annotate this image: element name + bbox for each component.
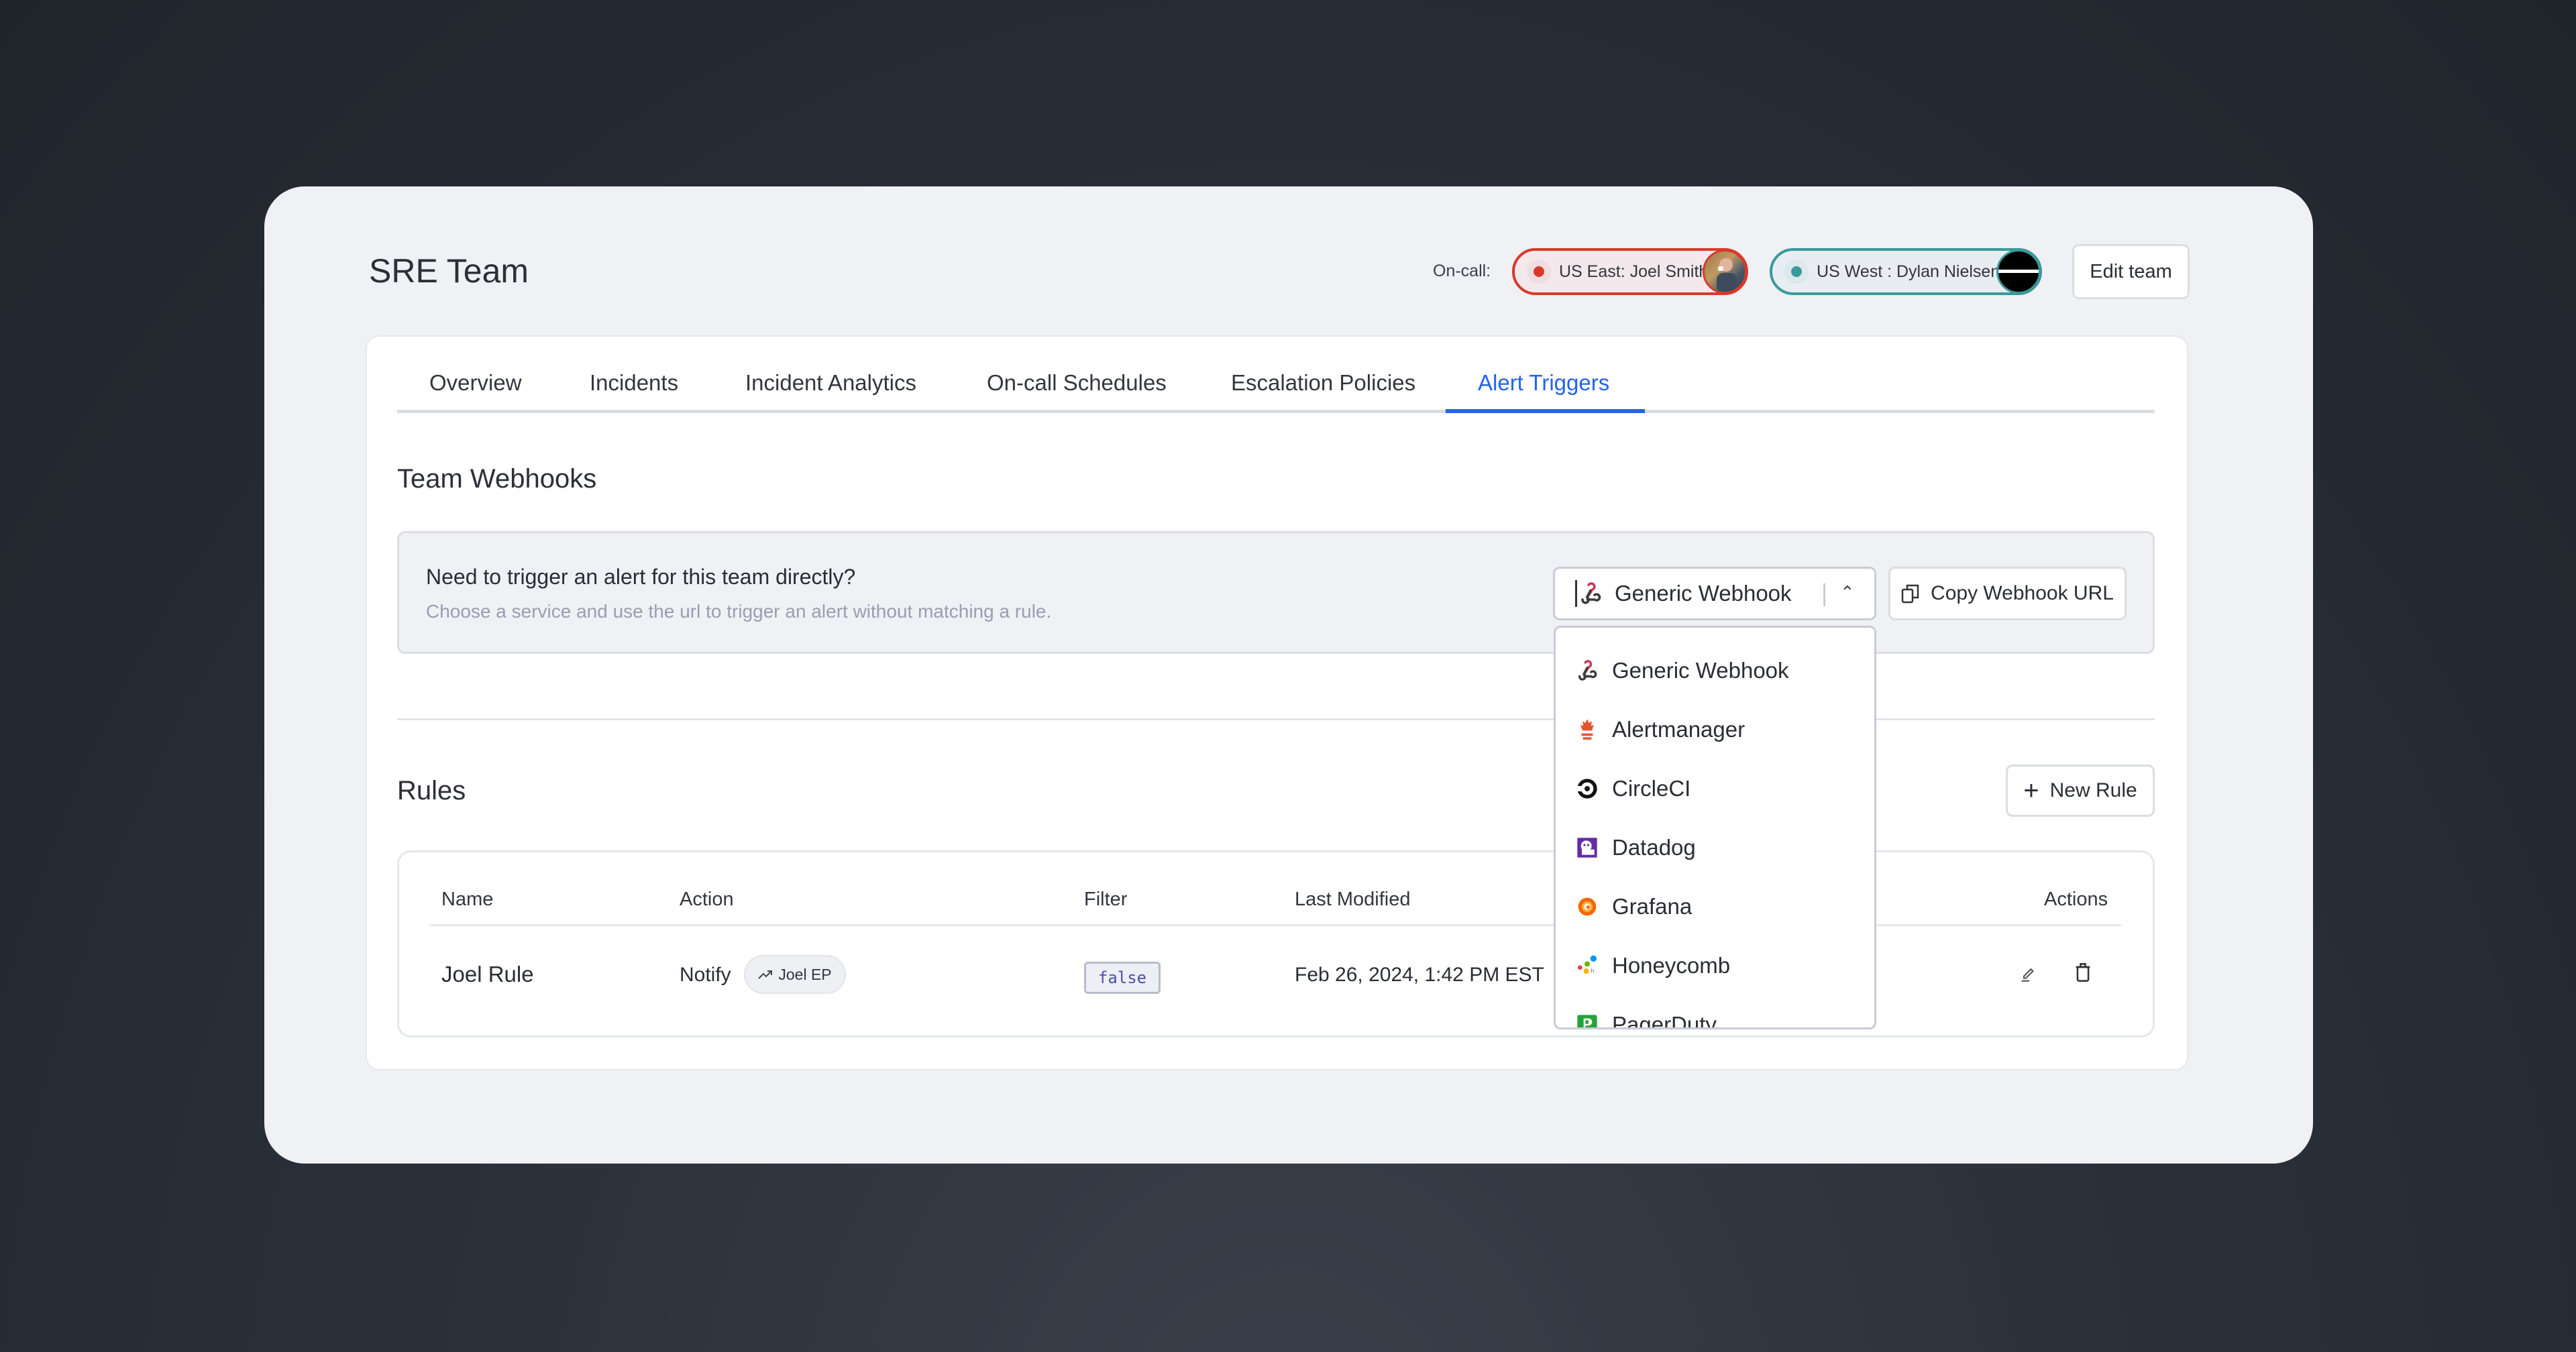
selected-service-label: Generic Webhook [1615, 581, 1792, 606]
menu-item-honeycomb[interactable]: h Honeycomb [1556, 936, 1874, 995]
copy-webhook-url-label: Copy Webhook URL [1931, 582, 2114, 604]
oncall-label-us-west: US West : Dylan Nielsen [1817, 262, 2000, 281]
webhook-icon [1576, 659, 1599, 682]
menu-item-label: Grafana [1612, 894, 1693, 919]
status-dot-wrap [1527, 260, 1551, 284]
rule-last-modified: Feb 26, 2024, 1:42 PM EST [1295, 964, 1544, 986]
column-header-last-modified: Last Modified [1295, 889, 1411, 910]
pagerduty-icon [1576, 1013, 1599, 1027]
honeycomb-icon: h [1576, 954, 1599, 977]
tab-incidents[interactable]: Incidents [590, 370, 678, 396]
grafana-icon [1576, 895, 1599, 918]
tab-oncall-schedules[interactable]: On-call Schedules [987, 370, 1167, 396]
menu-item-generic-webhook[interactable]: Generic Webhook [1556, 641, 1874, 700]
oncall-label-us-east: US East: Joel Smith [1559, 262, 1709, 281]
oncall-pill-us-west[interactable]: US West : Dylan Nielsen [1770, 248, 2042, 295]
escalation-policy-badge[interactable]: Joel EP [744, 955, 846, 994]
status-dot-icon [1791, 266, 1802, 277]
edit-icon[interactable] [2019, 964, 2038, 986]
copy-webhook-url-button[interactable]: Copy Webhook URL [1888, 567, 2127, 620]
menu-item-alertmanager[interactable]: Alertmanager [1556, 700, 1874, 759]
menu-item-label: PagerDuty [1612, 1012, 1717, 1029]
trash-icon[interactable] [2074, 962, 2092, 986]
tabs-divider [397, 410, 2155, 413]
svg-text:h: h [1591, 968, 1594, 974]
new-rule-button[interactable]: + New Rule [2006, 765, 2155, 817]
team-webhooks-heading: Team Webhooks [397, 464, 597, 494]
service-dropdown-menu: Generic Webhook Alertmanager CircleCI Da… [1554, 626, 1876, 1029]
datadog-icon [1576, 836, 1599, 859]
menu-item-label: Generic Webhook [1612, 658, 1789, 683]
trend-arrow-icon [758, 969, 773, 980]
edit-team-button[interactable]: Edit team [2072, 244, 2190, 299]
webhook-icon [1578, 581, 1603, 606]
column-header-actions: Actions [2044, 889, 2108, 910]
menu-item-label: CircleCI [1612, 776, 1691, 801]
menu-item-label: Honeycomb [1612, 953, 1731, 978]
column-header-action: Action [680, 889, 734, 910]
filter-badge: false [1084, 962, 1161, 994]
tab-incident-analytics[interactable]: Incident Analytics [745, 370, 916, 396]
menu-item-grafana[interactable]: Grafana [1556, 877, 1874, 936]
rules-heading: Rules [397, 776, 466, 805]
menu-item-datadog[interactable]: Datadog [1556, 818, 1874, 877]
menu-item-label: Datadog [1612, 835, 1696, 860]
status-dot-wrap [1784, 260, 1809, 284]
webhook-prompt-title: Need to trigger an alert for this team d… [426, 565, 856, 589]
avatar [1703, 249, 1747, 294]
service-select[interactable]: Generic Webhook ⌃ [1553, 567, 1876, 620]
webhook-prompt-subtitle: Choose a service and use the url to trig… [426, 601, 1052, 622]
tab-overview[interactable]: Overview [429, 370, 522, 396]
chevron-up-icon[interactable]: ⌃ [1840, 582, 1855, 603]
rules-table [397, 850, 2155, 1037]
alertmanager-icon [1576, 718, 1599, 741]
tab-escalation-policies[interactable]: Escalation Policies [1231, 370, 1415, 396]
menu-item-pagerduty[interactable]: PagerDuty [1556, 995, 1874, 1029]
circleci-icon [1576, 777, 1599, 800]
avatar [1996, 249, 2041, 294]
text-cursor [1575, 580, 1577, 607]
status-dot-icon [1534, 266, 1544, 277]
tab-alert-triggers[interactable]: Alert Triggers [1478, 370, 1609, 396]
menu-item-circleci[interactable]: CircleCI [1556, 759, 1874, 818]
oncall-pill-us-east[interactable]: US East: Joel Smith [1512, 248, 1748, 295]
column-header-filter: Filter [1084, 889, 1128, 910]
copy-icon [1901, 583, 1920, 604]
select-separator [1823, 583, 1825, 606]
active-tab-indicator [1446, 409, 1645, 413]
new-rule-label: New Rule [2049, 779, 2137, 801]
section-divider [397, 718, 2155, 720]
column-header-name: Name [441, 889, 494, 910]
oncall-label: On-call: [1433, 262, 1491, 280]
rule-action: Notify [680, 964, 731, 986]
plus-icon: + [2023, 776, 2039, 805]
escalation-policy-label: Joel EP [778, 965, 832, 983]
menu-item-label: Alertmanager [1612, 717, 1746, 742]
page-title: SRE Team [369, 252, 529, 290]
rule-name[interactable]: Joel Rule [441, 962, 534, 987]
